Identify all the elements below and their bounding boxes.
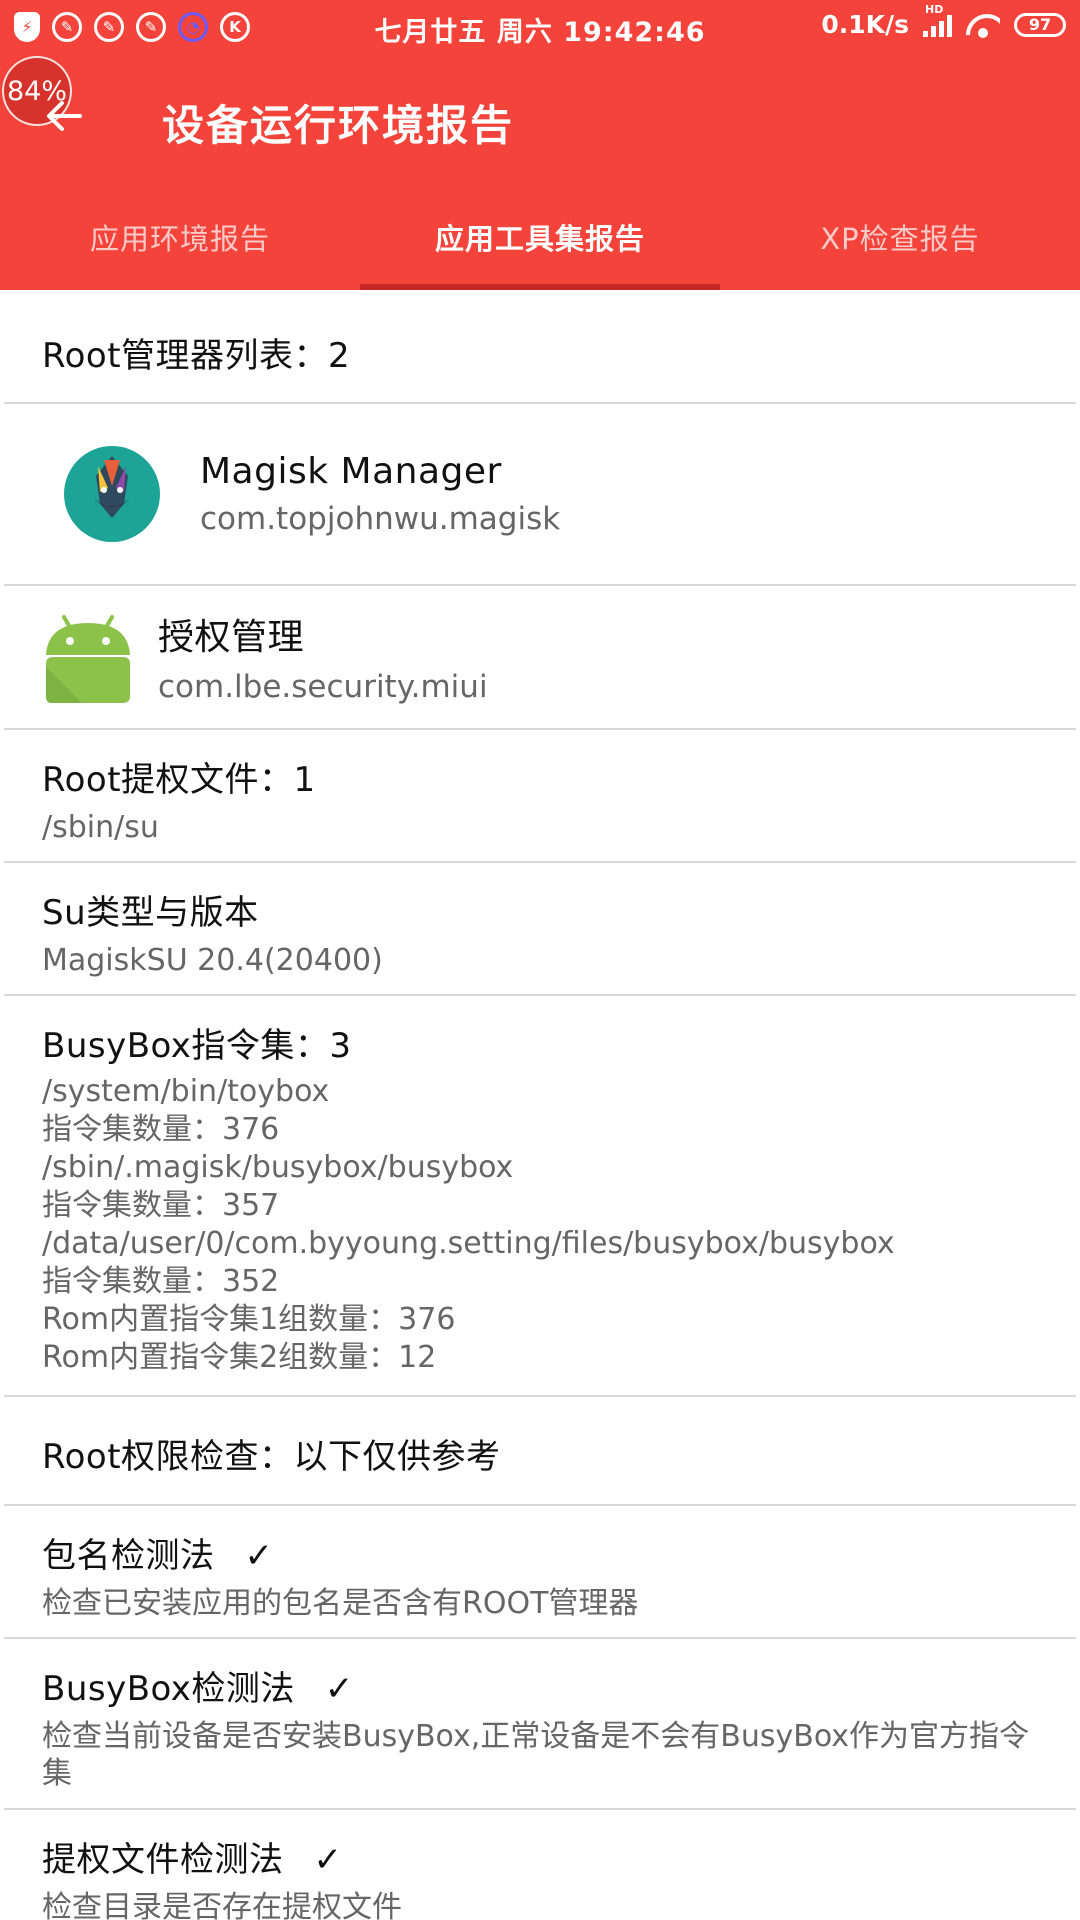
tab-app-toolset[interactable]: 应用工具集报告 [360,200,720,290]
check-detail: 检查当前设备是否安装BusyBox,正常设备是不会有BusyBox作为官方指令集 [42,1719,1030,1791]
check-mark-icon: ✓ [313,1840,343,1880]
check-title: 提权文件检测法 ✓ [42,1832,1038,1881]
check-title: 包名检测法 ✓ [42,1528,1038,1577]
check-root-file: 提权文件检测法 ✓ 检查目录是否存在提权文件 [4,1810,1076,1920]
busybox-line: /data/user/0/com.byyoung.setting/files/b… [42,1226,895,1261]
su-type-section: Su类型与版本 MagiskSU 20.4(20400) [4,863,1076,996]
busybox-line: 指令集数量：376 [42,1112,280,1147]
app-package: com.lbe.security.miui [158,669,488,705]
check-name: 包名检测法 [42,1536,215,1576]
check-title: BusyBox检测法 ✓ [42,1661,1038,1710]
busybox-line: Rom内置指令集1组数量：376 [42,1302,456,1337]
magisk-text: Magisk Manager com.topjohnwu.magisk [200,451,560,538]
app-package: com.topjohnwu.magisk [200,500,561,537]
check-busybox: BusyBox检测法 ✓ 检查当前设备是否安装BusyBox,正常设备是不会有Bu… [4,1639,1076,1810]
list-item-magisk[interactable]: Magisk Manager com.topjohnwu.magisk [4,404,1076,586]
battery-icon: 97 [1014,12,1066,37]
root-check-title: Root权限检查：以下仅供参考 [42,1437,501,1477]
wifi-icon [966,12,1000,38]
list-item-permission-manager[interactable]: 授权管理 com.lbe.security.miui [4,586,1076,730]
report-list: Root管理器列表：2 Magisk Manager com.topjohnwu… [4,296,1076,1920]
check-name: 提权文件检测法 [42,1840,284,1880]
signal-indicator: HD [923,3,952,37]
busybox-line: 指令集数量：357 [42,1188,280,1223]
root-managers-title: Root管理器列表：2 [42,336,351,376]
busybox-line: /sbin/.magisk/busybox/busybox [42,1150,514,1185]
app-name: Magisk Manager [200,450,502,492]
busybox-line: 指令集数量：352 [42,1264,280,1299]
busybox-line: /system/bin/toybox [42,1074,330,1109]
busybox-lines: /system/bin/toybox 指令集数量：376 /sbin/.magi… [42,1073,1038,1377]
busybox-title: BusyBox指令集：3 [42,1026,352,1066]
root-check-header: Root权限检查：以下仅供参考 [4,1397,1076,1506]
root-managers-header: Root管理器列表：2 [4,296,1076,404]
status-right: 0.1K/s HD 97 [821,3,1066,39]
tab-indicator [360,284,720,290]
su-type-detail: MagiskSU 20.4(20400) [42,943,383,978]
android-icon [46,615,130,703]
check-detail: 检查目录是否存在提权文件 [42,1890,402,1920]
check-detail: 检查已安装应用的包名是否含有ROOT管理器 [42,1586,639,1621]
check-mark-icon: ✓ [244,1536,274,1576]
permission-manager-text: 授权管理 com.lbe.security.miui [158,608,488,706]
root-files-section: Root提权文件：1 /sbin/su [4,730,1076,863]
check-mark-icon: ✓ [324,1669,354,1709]
root-files-title: Root提权文件：1 [42,760,316,800]
su-type-title: Su类型与版本 [42,893,259,933]
check-package-name: 包名检测法 ✓ 检查已安装应用的包名是否含有ROOT管理器 [4,1506,1076,1639]
tab-app-environment[interactable]: 应用环境报告 [0,200,360,290]
tab-bar: 应用环境报告 应用工具集报告 XP检查报告 [0,200,1080,290]
net-type: HD [925,2,944,16]
net-speed: 0.1K/s [821,10,909,39]
app-name: 授权管理 [158,617,305,658]
page-title: 设备运行环境报告 [162,101,515,150]
busybox-section: BusyBox指令集：3 /system/bin/toybox 指令集数量：37… [4,996,1076,1397]
busybox-line: Rom内置指令集2组数量：12 [42,1340,437,1375]
root-files-detail: /sbin/su [42,810,159,845]
tab-xp-check[interactable]: XP检查报告 [720,200,1080,290]
check-name: BusyBox检测法 [42,1669,295,1709]
status-bar: ⚡ ✎ ✎ ✎ ◔ K 七月廿五 周六 19:42:46 0.1K/s HD 9… [0,0,1080,56]
back-arrow-icon[interactable] [44,96,84,136]
magisk-icon [64,446,160,542]
signal-icon [923,13,952,37]
